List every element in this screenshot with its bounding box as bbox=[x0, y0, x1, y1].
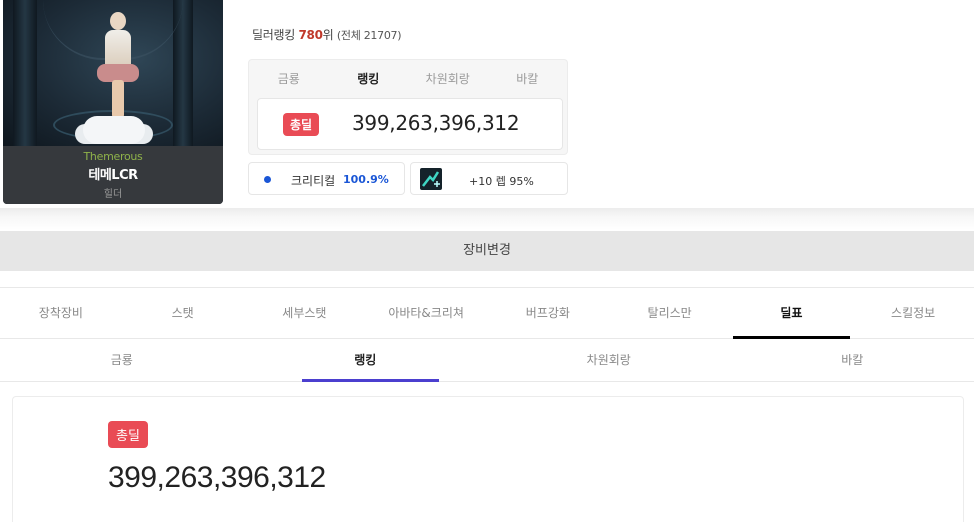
subtab-dimension[interactable]: 차원회랑 bbox=[487, 340, 731, 381]
tab-detail-stats[interactable]: 세부스탯 bbox=[244, 288, 366, 338]
ranking-suffix: 위 bbox=[322, 28, 334, 42]
critical-label: 크리티컬 bbox=[291, 174, 336, 188]
sub-tabs: 금룡 랭킹 차원회랑 바칼 bbox=[0, 340, 974, 382]
character-card[interactable]: Themerous 테메LCR 힐더 bbox=[3, 0, 223, 204]
total-damage-value: 399,263,396,312 bbox=[352, 111, 520, 135]
tab-stats[interactable]: 스탯 bbox=[122, 288, 244, 338]
cloud-pedestal bbox=[83, 116, 145, 144]
tab-skill-info[interactable]: 스킬정보 bbox=[852, 288, 974, 338]
damage-summary-panel: 금룡 랭킹 차원회랑 바칼 총딜 399,263,396,312 bbox=[248, 59, 568, 155]
character-figure bbox=[97, 8, 139, 118]
summary-tab-bakal[interactable]: 바칼 bbox=[488, 70, 568, 87]
damage-result-box: 총딜 399,263,396,312 bbox=[12, 396, 964, 522]
character-name: 테메LCR bbox=[88, 168, 138, 183]
buff-level-text: +10 렙 95% bbox=[469, 175, 534, 188]
ranking-label: 딜러랭킹 bbox=[252, 28, 295, 42]
character-summary: Themerous 테메LCR 힐더 딜러랭킹 780위 (전체 21707) … bbox=[0, 0, 974, 214]
summary-tab-ranking[interactable]: 랭킹 bbox=[329, 70, 409, 87]
result-total-damage-badge: 총딜 bbox=[108, 421, 148, 448]
subtab-ranking[interactable]: 랭킹 bbox=[244, 340, 488, 382]
total-damage-badge: 총딜 bbox=[283, 113, 320, 136]
weapon-skill-icon bbox=[420, 168, 442, 190]
buff-card: +10 렙 95% bbox=[410, 162, 568, 195]
tab-avatar-creature[interactable]: 아바타&크리쳐 bbox=[365, 288, 487, 338]
guild-name: Themerous bbox=[83, 150, 143, 163]
summary-tab-geumryong[interactable]: 금룡 bbox=[249, 70, 329, 87]
change-equipment-button[interactable]: 장비변경 bbox=[0, 231, 974, 271]
dealer-ranking: 딜러랭킹 780위 (전체 21707) bbox=[252, 26, 402, 43]
critical-value: 100.9% bbox=[343, 173, 389, 186]
result-total-damage-value: 399,263,396,312 bbox=[108, 461, 326, 494]
tab-damage-table[interactable]: 딜표 bbox=[731, 288, 853, 339]
dot-icon bbox=[264, 176, 271, 183]
ranking-number: 780 bbox=[298, 28, 323, 42]
character-class: 힐더 bbox=[103, 189, 123, 200]
tab-talisman[interactable]: 탈리스만 bbox=[609, 288, 731, 338]
subtab-bakal[interactable]: 바칼 bbox=[731, 340, 974, 381]
main-tabs: 장착장비 스탯 세부스탯 아바타&크리쳐 버프강화 탈리스만 딜표 스킬정보 bbox=[0, 287, 974, 339]
tab-buff-enhance[interactable]: 버프강화 bbox=[487, 288, 609, 338]
tab-equipment[interactable]: 장착장비 bbox=[0, 288, 122, 338]
summary-damage-box: 총딜 399,263,396,312 bbox=[257, 98, 563, 150]
character-portrait bbox=[3, 0, 223, 146]
summary-tabs: 금룡 랭킹 차원회랑 바칼 bbox=[249, 60, 567, 96]
critical-card: 크리티컬 100.9% bbox=[248, 162, 405, 195]
summary-tab-dimension[interactable]: 차원회랑 bbox=[408, 70, 488, 87]
character-info: Themerous 테메LCR 힐더 bbox=[3, 146, 223, 204]
subtab-geumryong[interactable]: 금룡 bbox=[0, 340, 244, 381]
ranking-total: (전체 21707) bbox=[336, 29, 402, 42]
